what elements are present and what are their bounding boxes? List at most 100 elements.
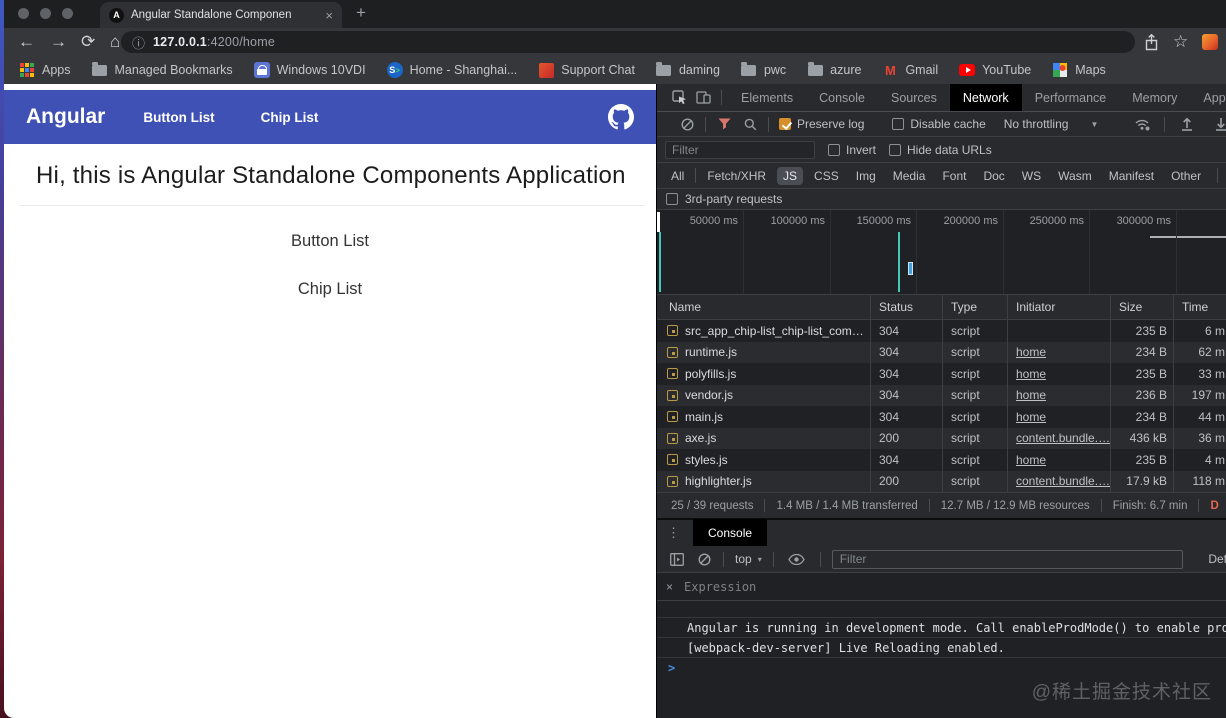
expression-placeholder[interactable]: Expression [684, 580, 756, 594]
link-chip-list[interactable]: Chip List [4, 280, 656, 299]
filter-chip-manifest[interactable]: Manifest [1103, 167, 1160, 185]
clear-network-icon[interactable] [679, 112, 695, 136]
tab-close-icon[interactable]: × [325, 8, 333, 23]
console-message[interactable]: Angular is running in development mode. … [657, 618, 1226, 638]
initiator-link[interactable]: home [1016, 345, 1046, 359]
export-har-icon[interactable] [1209, 112, 1226, 136]
throttling-select[interactable]: No throttling ▼ [1004, 117, 1099, 131]
initiator-link[interactable]: home [1016, 410, 1046, 424]
bookmark-apps[interactable]: Apps [19, 62, 71, 78]
browser-tab[interactable]: A Angular Standalone Componen × [100, 2, 342, 28]
initiator-link[interactable]: home [1016, 388, 1046, 402]
network-request-row[interactable]: vendor.js 304 script home 236 B 197 m [657, 384, 1226, 406]
bookmark-folder-daming[interactable]: daming [656, 61, 720, 78]
bookmark-youtube[interactable]: YouTube [959, 62, 1031, 78]
devtools-tab-application[interactable]: Application [1190, 84, 1226, 111]
filter-chip-ws[interactable]: WS [1016, 167, 1047, 185]
tab-console-drawer[interactable]: Console [693, 519, 768, 547]
console-message[interactable]: [webpack-dev-server] Live Reloading enab… [657, 638, 1226, 658]
context-selector[interactable]: top ▾ [735, 552, 762, 566]
share-icon[interactable] [1144, 28, 1159, 56]
filter-chip-other[interactable]: Other [1165, 167, 1207, 185]
network-overview-timeline[interactable]: 50000 ms 100000 ms 150000 ms 200000 ms 25000… [657, 210, 1226, 295]
preserve-log-checkbox[interactable] [779, 118, 791, 130]
filter-chip-font[interactable]: Font [936, 167, 972, 185]
reload-icon[interactable]: ⟳ [81, 28, 95, 56]
network-request-row[interactable]: polyfills.js 304 script home 235 B 33 m [657, 363, 1226, 385]
filter-chip-wasm[interactable]: Wasm [1052, 167, 1098, 185]
github-icon[interactable] [608, 104, 634, 130]
initiator-link[interactable]: home [1016, 453, 1046, 467]
nav-chip-list[interactable]: Chip List [261, 110, 319, 125]
column-size[interactable]: Size [1111, 295, 1174, 320]
column-type[interactable]: Type [943, 295, 1008, 320]
column-status[interactable]: Status [871, 295, 943, 320]
preserve-log-toggle[interactable]: Preserve log [779, 117, 864, 131]
bookmark-folder-pwc[interactable]: pwc [741, 61, 786, 78]
clear-console-icon[interactable] [696, 547, 712, 571]
search-icon[interactable] [742, 112, 758, 136]
filter-funnel-icon[interactable] [716, 112, 732, 136]
back-icon[interactable]: ← [18, 28, 35, 56]
network-request-row[interactable]: src_app_chip-list_chip-list_com… 304 scrip… [657, 320, 1226, 342]
devtools-tab-memory[interactable]: Memory [1119, 84, 1190, 111]
filter-chip-doc[interactable]: Doc [977, 167, 1010, 185]
bookmark-windows-10vdi[interactable]: Windows 10VDI [253, 62, 366, 78]
bookmark-maps[interactable]: Maps [1052, 62, 1106, 78]
nav-button-list[interactable]: Button List [143, 110, 214, 125]
forward-icon[interactable]: → [50, 28, 67, 56]
hide-data-urls-toggle[interactable]: Hide data URLs [889, 143, 992, 157]
devtools-tab-console[interactable]: Console [806, 84, 878, 111]
invert-checkbox[interactable] [828, 143, 840, 156]
filter-chip-css[interactable]: CSS [808, 167, 845, 185]
initiator-link[interactable]: home [1016, 367, 1046, 381]
live-expression-row[interactable]: × Expression [657, 573, 1226, 601]
filter-chip-fetch-xhr[interactable]: Fetch/XHR [701, 167, 772, 185]
console-prompt-icon[interactable]: > [657, 658, 1226, 678]
console-filter-input[interactable] [831, 549, 1184, 569]
inspect-element-icon[interactable] [667, 86, 691, 110]
third-party-checkbox[interactable] [666, 193, 678, 205]
address-bar[interactable]: ⓘ 127.0.0.1:4200/home [121, 31, 1135, 53]
live-expression-eye-icon[interactable] [785, 547, 809, 571]
window-maximize-icon[interactable] [62, 8, 73, 19]
filter-chip-media[interactable]: Media [887, 167, 932, 185]
filter-chip-img[interactable]: Img [850, 167, 882, 185]
extension-icon[interactable] [1202, 34, 1218, 50]
initiator-link[interactable]: content.bundle.… [1016, 474, 1110, 488]
hide-data-urls-checkbox[interactable] [889, 143, 902, 156]
bookmark-support-chat[interactable]: Support Chat [538, 62, 635, 78]
link-button-list[interactable]: Button List [4, 232, 656, 251]
network-conditions-icon[interactable] [1130, 112, 1154, 136]
devtools-tab-elements[interactable]: Elements [728, 84, 806, 111]
disable-cache-checkbox[interactable] [892, 118, 905, 130]
bookmark-gmail[interactable]: M Gmail [882, 62, 938, 78]
bookmark-folder-azure[interactable]: azure [807, 61, 861, 78]
network-request-row[interactable]: styles.js 304 script home 235 B 4 m [657, 449, 1226, 471]
disable-cache-toggle[interactable]: Disable cache [892, 117, 986, 131]
column-time[interactable]: Time [1174, 295, 1226, 320]
devtools-tab-network[interactable]: Network [949, 84, 1022, 111]
import-har-icon[interactable] [1175, 112, 1199, 136]
filter-chip-all[interactable]: All [665, 167, 690, 185]
network-filter-input[interactable] [665, 140, 815, 159]
column-name[interactable]: Name [657, 295, 871, 320]
network-request-row[interactable]: highlighter.js 200 script content.bundle.… 1… [657, 470, 1226, 492]
initiator-link[interactable]: content.bundle.… [1016, 431, 1110, 445]
devtools-tab-performance[interactable]: Performance [1022, 84, 1120, 111]
filter-chip-js[interactable]: JS [777, 166, 804, 185]
column-initiator[interactable]: Initiator [1008, 295, 1111, 320]
home-icon[interactable]: ⌂ [110, 28, 120, 56]
invert-toggle[interactable]: Invert [828, 143, 876, 157]
console-sidebar-toggle-icon[interactable] [669, 547, 685, 571]
log-levels-select[interactable]: Def [1208, 552, 1226, 566]
bookmark-managed-bookmarks[interactable]: Managed Bookmarks [92, 61, 233, 78]
device-toolbar-icon[interactable] [691, 86, 715, 110]
network-request-row[interactable]: main.js 304 script home 234 B 44 m [657, 406, 1226, 428]
bookmark-star-icon[interactable]: ☆ [1173, 28, 1188, 56]
window-close-icon[interactable] [18, 8, 29, 19]
new-tab-button[interactable]: + [356, 3, 366, 23]
timeline-selection-handle[interactable] [657, 212, 660, 232]
close-expression-icon[interactable]: × [666, 580, 673, 594]
network-request-row[interactable]: axe.js 200 script content.bundle.… 436 kB 36 … [657, 427, 1226, 449]
